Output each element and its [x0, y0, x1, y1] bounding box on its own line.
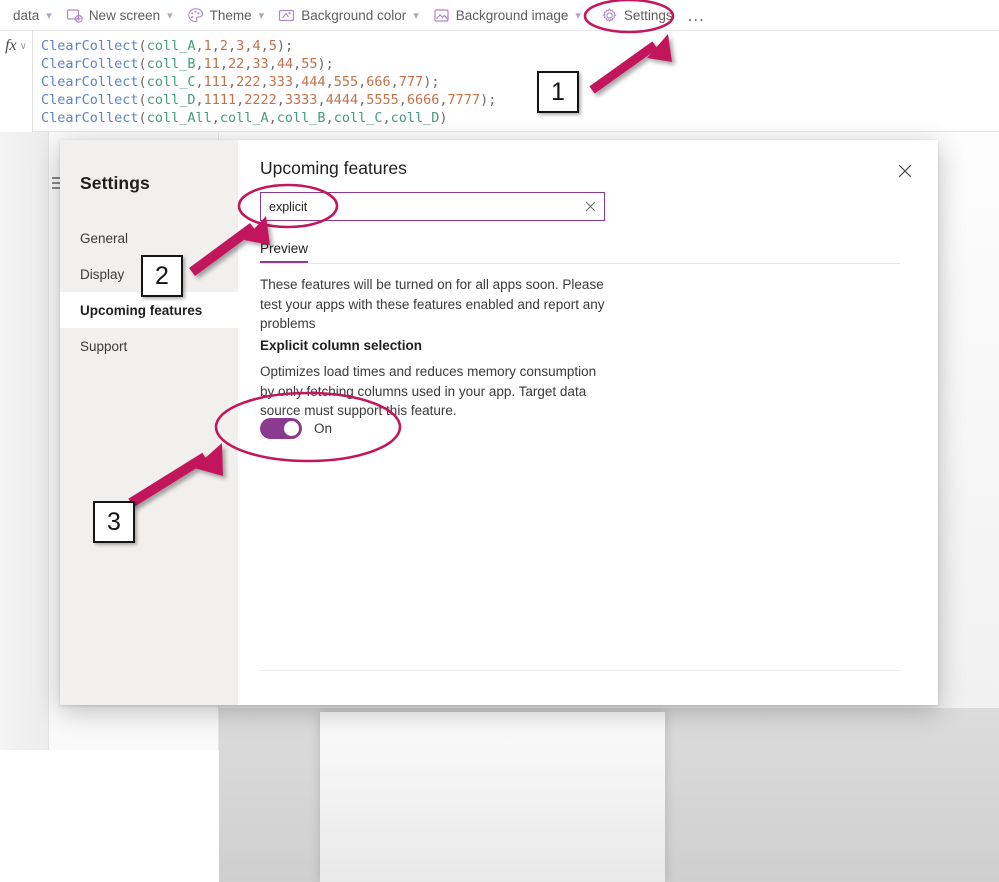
background-color-icon	[278, 7, 295, 24]
feature-title: Explicit column selection	[260, 338, 423, 353]
toolbar-label-settings: Settings	[623, 7, 673, 23]
chevron-down-icon: ▾	[258, 9, 265, 22]
screen-preview-card	[320, 712, 665, 882]
tab-label: Preview	[260, 240, 309, 256]
explicit-column-selection-toggle[interactable]	[260, 418, 302, 439]
sidebar-item-support[interactable]: Support	[60, 328, 238, 364]
dialog-title: Settings	[80, 173, 150, 193]
toolbar-label-background-image: Background image	[455, 7, 569, 23]
formula-line: ClearCollect(coll_A,1,2,3,4,5);	[41, 38, 294, 54]
tab-preview[interactable]: Preview	[260, 234, 309, 263]
clear-icon[interactable]	[576, 193, 604, 220]
formula-code[interactable]: ClearCollect(coll_A,1,2,3,4,5); ClearColl…	[41, 37, 496, 127]
toolbar-label-theme: Theme	[209, 7, 252, 23]
chevron-down-icon: ▾	[413, 9, 419, 22]
settings-dialog: Settings General Display Upcoming featur…	[60, 140, 938, 705]
sidebar-item-upcoming-features[interactable]: Upcoming features	[60, 292, 238, 328]
background-image-icon	[433, 7, 450, 24]
new-screen-icon	[66, 7, 83, 24]
chevron-down-icon: ∨	[19, 41, 27, 52]
sidebar-item-display[interactable]: Display	[60, 256, 238, 292]
toolbar-item-theme[interactable]: Theme ▾	[180, 0, 272, 31]
tab-strip: Preview	[260, 234, 900, 264]
sidebar-item-label: Upcoming features	[80, 302, 203, 318]
toolbar-overflow-button[interactable]: ...	[680, 7, 713, 24]
theme-palette-icon	[187, 7, 204, 24]
sidebar-item-label: Support	[80, 338, 128, 354]
feature-toggle-row: On	[260, 418, 332, 439]
formula-fx-button[interactable]: fx ∨	[0, 31, 33, 132]
toolbar-item-new-screen[interactable]: New screen ▾	[59, 0, 180, 31]
content-divider	[260, 670, 900, 671]
sidebar-item-label: General	[80, 230, 129, 246]
search-input[interactable]	[261, 193, 576, 220]
toolbar-item-background-color[interactable]: Background color ▾	[271, 0, 426, 31]
fx-label: fx	[5, 37, 17, 54]
toolbar-label-background-color: Background color	[301, 7, 407, 23]
chevron-down-icon: ▾	[46, 9, 52, 22]
formula-line: ClearCollect(coll_All,coll_A,coll_B,coll…	[41, 110, 448, 126]
toggle-state-label: On	[314, 421, 333, 436]
toolbar-item-settings[interactable]: Settings	[594, 0, 680, 31]
settings-nav: General Display Upcoming features Suppor…	[60, 220, 238, 364]
toolbar-label-data: data	[13, 7, 40, 23]
feature-description: Optimizes load times and reduces memory …	[260, 364, 597, 418]
formula-bar: fx ∨ ClearCollect(coll_A,1,2,3,4,5); Clea…	[0, 31, 999, 132]
settings-sidebar: Settings General Display Upcoming featur…	[60, 140, 238, 705]
chevron-down-icon: ▾	[575, 9, 581, 22]
chevron-down-icon: ▾	[167, 9, 173, 22]
close-icon[interactable]	[890, 156, 920, 186]
section-description: These features will be turned on for all…	[260, 277, 605, 331]
settings-content-panel: Upcoming features Preview These features…	[238, 140, 938, 705]
toggle-knob	[284, 421, 299, 436]
command-toolbar: data ▾ New screen ▾ Theme ▾ Background c…	[0, 0, 999, 31]
toolbar-label-new-screen: New screen	[88, 7, 161, 23]
search-box[interactable]	[260, 192, 605, 221]
formula-line: ClearCollect(coll_D,1111,2222,3333,4444,…	[41, 92, 497, 108]
left-rail	[0, 132, 49, 750]
gear-icon	[601, 7, 618, 24]
toolbar-item-background-image[interactable]: Background image ▾	[426, 0, 588, 31]
sidebar-item-label: Display	[80, 266, 125, 282]
formula-line: ClearCollect(coll_B,11,22,33,44,55);	[41, 56, 334, 72]
formula-line: ClearCollect(coll_C,111,222,333,444,555,…	[41, 74, 440, 90]
page-title: Upcoming features	[260, 158, 407, 178]
toolbar-item-data[interactable]: data ▾	[0, 0, 59, 31]
sidebar-item-general[interactable]: General	[60, 220, 238, 256]
